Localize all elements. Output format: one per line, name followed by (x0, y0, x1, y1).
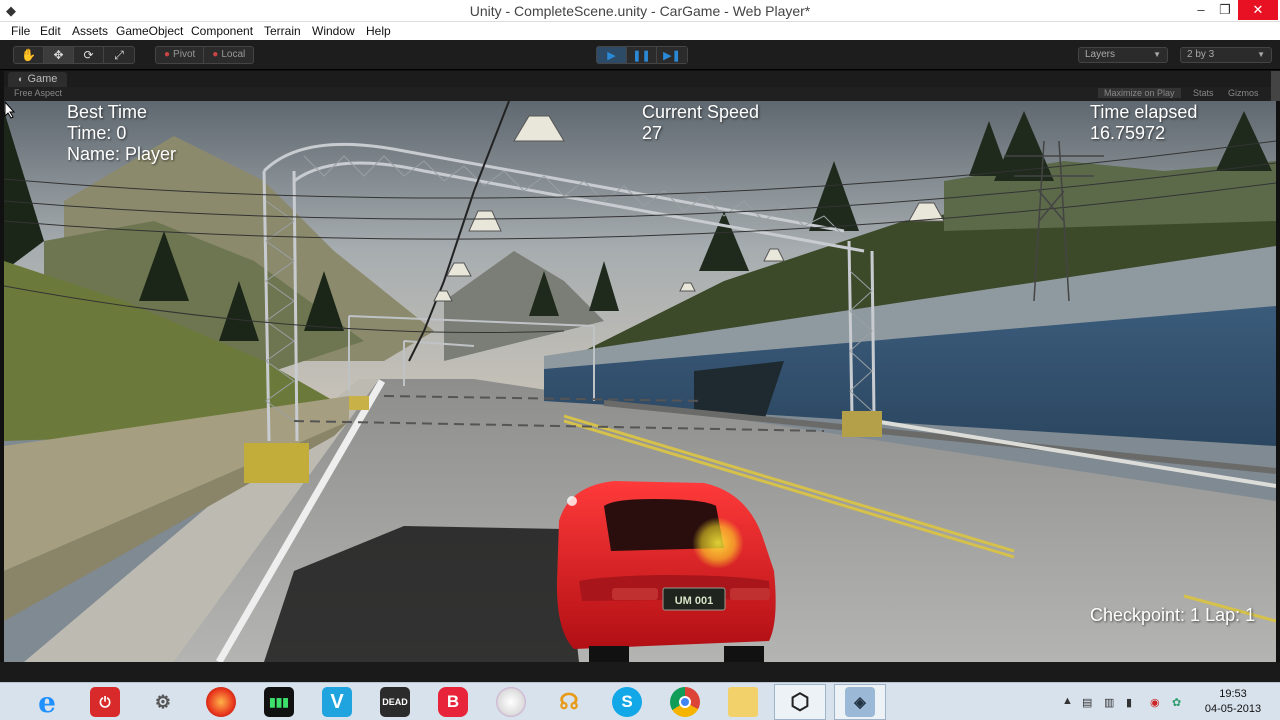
menu-gameobject[interactable]: GameObject (116, 24, 183, 38)
license-plate: UM 001 (675, 595, 714, 607)
gizmos-dropdown[interactable]: Gizmos (1228, 88, 1259, 98)
transform-tools: ✋ ✥ ⟳ ⤢ (13, 46, 135, 64)
hand-icon[interactable]: ✋ (14, 47, 44, 63)
chevron-down-icon: ▼ (1257, 50, 1265, 59)
layers-label: Layers (1085, 49, 1116, 60)
close-button[interactable]: ✕ (1238, 0, 1278, 20)
best-time-panel: Best Time Time: 0 Name: Player (67, 102, 176, 165)
stats-toggle[interactable]: Stats (1193, 88, 1214, 98)
layers-dropdown[interactable]: Layers ▼ (1078, 47, 1168, 63)
maximize-button[interactable]: ❐ (1212, 0, 1238, 20)
chart-app-icon[interactable] (496, 687, 526, 717)
editor-bottom-strip (0, 662, 1280, 682)
elapsed-title: Time elapsed (1090, 102, 1198, 122)
maximize-on-play-toggle[interactable]: Maximize on Play (1098, 88, 1181, 98)
pivot-label: Pivot (173, 49, 196, 60)
tab-game[interactable]: ◐ Game (8, 72, 68, 87)
vlc-like-icon[interactable]: V (322, 687, 352, 717)
elapsed-value: 16.75972 (1090, 123, 1166, 143)
concrete-block (244, 443, 309, 483)
b-app-icon[interactable]: B (438, 687, 468, 717)
layout-dropdown[interactable]: 2 by 3 ▼ (1180, 47, 1272, 63)
layout-label: 2 by 3 (1187, 49, 1215, 60)
car-tail-light (612, 588, 658, 600)
power-app-icon[interactable]: ⏻ (90, 687, 120, 717)
folder-icon[interactable] (728, 687, 758, 717)
menu-file[interactable]: File (11, 24, 30, 38)
local-button[interactable]: ● Local (204, 47, 253, 63)
media-center-icon[interactable]: ⚙ (148, 687, 178, 717)
toolbar: ✋ ✥ ⟳ ⤢ ● Pivot ● Local ▶ ❚❚ ▶❚ Layers ▼ 2… (0, 40, 1280, 70)
player-name: Name: Player (67, 144, 177, 164)
game-viewport[interactable]: UM 001 Best Time Time: 0 Name: Player Cu… (4, 101, 1276, 662)
scrollbar[interactable] (1271, 71, 1280, 101)
scale-icon[interactable]: ⤢ (104, 47, 134, 63)
volume-icon[interactable]: ◉ (1150, 696, 1160, 709)
local-icon: ● (212, 49, 219, 60)
speed-title: Current Speed (642, 102, 760, 122)
unity-icon[interactable]: ⬡ (785, 687, 815, 717)
the-walking-dead-icon[interactable]: DEAD (380, 687, 410, 717)
step-icon[interactable]: ▶❚ (657, 47, 687, 63)
system-clock[interactable]: 19:53 04-05-2013 (1198, 687, 1268, 717)
window-title: Unity - CompleteScene.unity - CarGame - … (469, 3, 811, 19)
app-tray-icon[interactable]: ✿ (1172, 696, 1181, 709)
speed-panel: Current Speed 27 (642, 102, 759, 144)
battery-icon[interactable]: ▥ (1104, 696, 1114, 709)
menu-assets[interactable]: Assets (72, 24, 108, 38)
keyboard-icon[interactable]: ▤ (1082, 696, 1092, 709)
cursor-highlight (692, 517, 744, 569)
equalizer-app-icon[interactable]: ▮▮▮ (264, 687, 294, 717)
play-controls: ▶ ❚❚ ▶❚ (596, 46, 688, 64)
move-icon[interactable]: ✥ (44, 47, 74, 63)
headphones-app-icon[interactable]: ☊ (554, 687, 584, 717)
game-scene: UM 001 (4, 101, 1276, 662)
menu-edit[interactable]: Edit (40, 24, 61, 38)
minimize-button[interactable]: – (1188, 0, 1214, 20)
concrete-block (349, 396, 369, 410)
skype-icon[interactable]: S (612, 687, 642, 717)
play-icon[interactable]: ▶ (597, 47, 627, 63)
car-tail-light (730, 588, 770, 600)
aspect-dropdown[interactable]: Free Aspect (14, 88, 62, 98)
best-time-title: Best Time (67, 102, 148, 122)
title-bar: ◆ Unity - CompleteScene.unity - CarGame … (0, 0, 1280, 22)
chevron-down-icon: ▼ (1153, 50, 1161, 59)
checkpoint-text: Checkpoint: 1 Lap: 1 (1090, 605, 1256, 625)
show-hidden-icons-icon[interactable]: ▲ (1062, 695, 1073, 707)
rotate-icon[interactable]: ⟳ (74, 47, 104, 63)
clock-time: 19:53 (1219, 688, 1247, 700)
red-app-icon[interactable] (206, 687, 236, 717)
web-player-icon[interactable]: ◈ (845, 687, 875, 717)
best-time-value: Time: 0 (67, 123, 127, 143)
speed-value: 27 (642, 123, 663, 143)
menu-component[interactable]: Component (191, 24, 253, 38)
concrete-block (842, 411, 882, 437)
taskbar: e ⏻ ⚙ ▮▮▮ V DEAD B ☊ S ⬡ ◈ ▲ ▤ ▥ ▮ ◉ ✿ 1… (0, 682, 1280, 720)
local-label: Local (221, 49, 246, 60)
checkpoint-panel: Checkpoint: 1 Lap: 1 (1090, 605, 1255, 626)
clock-date: 04-05-2013 (1204, 703, 1262, 715)
pivot-icon: ● (164, 49, 171, 60)
elapsed-panel: Time elapsed 16.75972 (1090, 102, 1197, 144)
internet-explorer-icon[interactable]: e (32, 686, 62, 719)
panel-tab-strip: ◐ Game (4, 71, 1280, 87)
pivot-toggle-group: ● Pivot ● Local (155, 46, 255, 64)
tab-game-label: Game (27, 73, 58, 85)
menu-window[interactable]: Window (312, 24, 355, 38)
menu-terrain[interactable]: Terrain (264, 24, 301, 38)
pivot-button[interactable]: ● Pivot (156, 47, 205, 63)
game-control-bar: Free Aspect Maximize on Play Stats Gizmo… (4, 87, 1280, 101)
chrome-icon[interactable] (670, 687, 700, 717)
network-icon[interactable]: ▮ (1126, 696, 1132, 709)
player-car (556, 481, 776, 662)
mouse-cursor-icon (4, 101, 16, 119)
game-tab-icon: ◐ (18, 74, 24, 84)
pause-icon[interactable]: ❚❚ (627, 47, 657, 63)
menu-help[interactable]: Help (366, 24, 391, 38)
menu-bar: File Edit Assets GameObject Component Te… (0, 22, 1280, 40)
